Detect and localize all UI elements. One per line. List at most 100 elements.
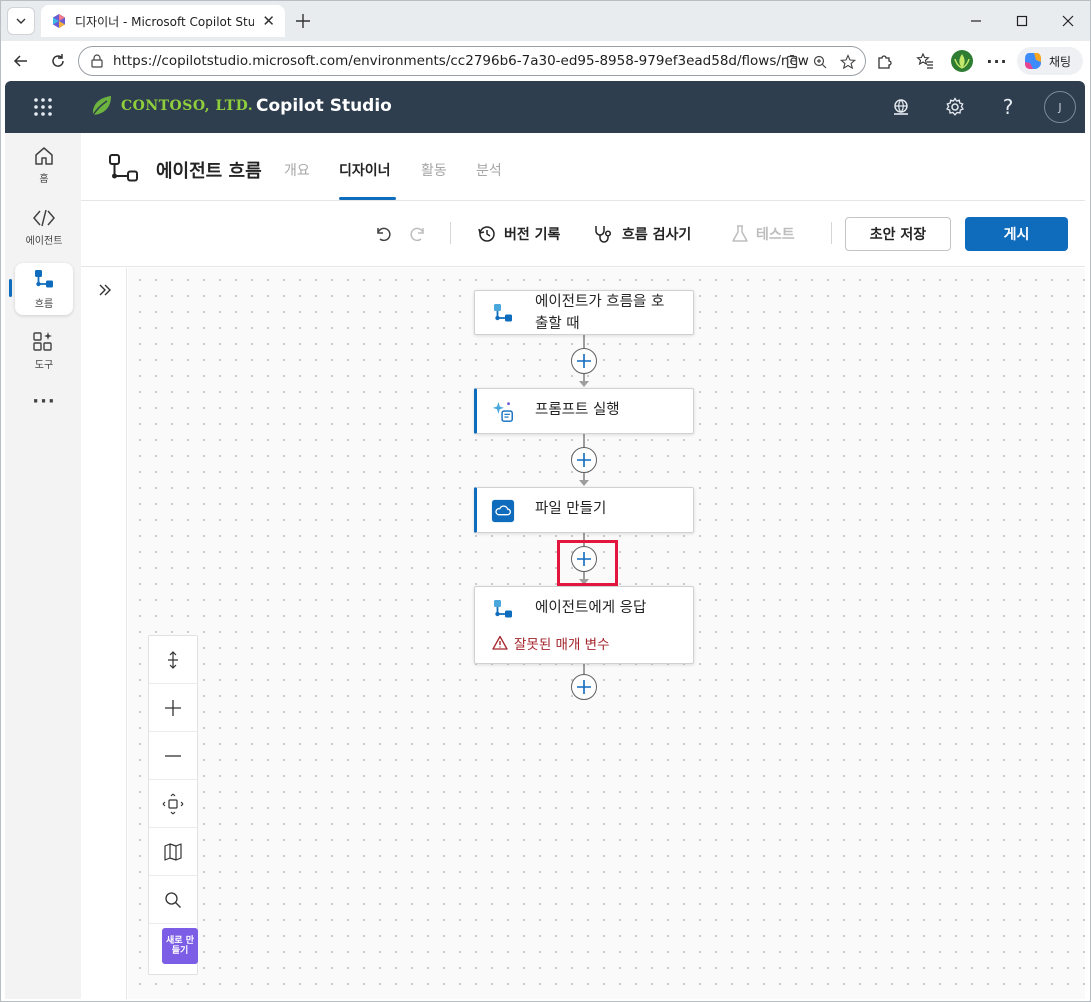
favorites-icon[interactable]	[914, 50, 936, 72]
profile-extension-icon[interactable]	[949, 48, 975, 74]
redo-button[interactable]	[407, 223, 429, 245]
rail-item-agents[interactable]: 에이전트	[15, 201, 73, 253]
canvas-controls: 새로 만들기	[148, 635, 198, 975]
expand-panel-button[interactable]	[95, 280, 115, 300]
flow-node-create-file[interactable]: 파일 만들기	[474, 487, 694, 533]
undo-button[interactable]	[372, 223, 394, 245]
arrow-left-icon	[13, 55, 27, 67]
more-options-icon[interactable]: ···	[986, 50, 1008, 72]
vertical-fit-icon	[168, 650, 178, 669]
user-avatar[interactable]: J	[1044, 91, 1076, 123]
divider	[450, 222, 451, 244]
add-step-button[interactable]	[571, 447, 597, 473]
chevron-down-icon	[16, 18, 26, 24]
rail-item-flows[interactable]: 흐름	[15, 263, 73, 315]
chat-label: 채팅	[1049, 54, 1072, 69]
home-icon	[35, 147, 53, 165]
plus-icon	[296, 14, 310, 28]
new-badge[interactable]: 새로 만들기	[162, 928, 198, 964]
url-text: https://copilotstudio.microsoft.com/envi…	[113, 53, 809, 69]
arrow-head	[579, 480, 589, 486]
agent-code-icon	[33, 209, 55, 227]
window-close-button[interactable]	[1054, 7, 1082, 35]
search-button[interactable]	[149, 876, 197, 924]
plus-icon	[577, 680, 591, 694]
node-label-line1: 에이전트가 흐름을 호	[535, 294, 665, 310]
new-tab-button[interactable]	[291, 9, 315, 33]
publish-button[interactable]: 게시	[965, 217, 1068, 251]
reader-icon[interactable]	[783, 53, 801, 71]
extensions-icon[interactable]	[873, 50, 895, 72]
plus-icon	[577, 354, 591, 368]
environment-icon[interactable]	[889, 95, 913, 119]
save-draft-button[interactable]: 초안 저장	[845, 217, 951, 251]
browser-tabbar: 디자이너 - Microsoft Copilot Studio ✕	[1, 1, 1090, 41]
close-icon	[1062, 15, 1074, 27]
version-history-button[interactable]: 버전 기록	[477, 221, 560, 247]
undo-icon	[377, 227, 391, 242]
favorite-star-icon[interactable]	[839, 53, 857, 71]
onedrive-cloud-icon	[491, 499, 515, 523]
maximize-button[interactable]	[1008, 7, 1036, 35]
close-icon[interactable]: ✕	[262, 12, 275, 30]
flow-checker-label: 흐름 검사기	[622, 227, 692, 243]
test-button[interactable]: 테스트	[731, 221, 795, 247]
add-step-button[interactable]	[571, 674, 597, 700]
active-indicator	[9, 279, 12, 297]
side-panel-collapsed	[81, 268, 127, 999]
flow-header-icon	[109, 154, 138, 182]
flask-icon	[732, 225, 748, 242]
app-name[interactable]: Copilot Studio	[256, 96, 392, 116]
tab-designer[interactable]: 디자이너	[339, 160, 391, 180]
search-icon	[165, 891, 181, 908]
tab-analytics[interactable]: 분석	[476, 160, 502, 180]
fit-view-button[interactable]	[149, 780, 197, 828]
minimap-button[interactable]	[149, 828, 197, 876]
help-icon[interactable]: ?	[996, 95, 1020, 119]
prompt-sparkle-icon	[491, 400, 515, 424]
flow-icon	[35, 270, 53, 288]
node-error-message: 잘못된 매개 변수	[492, 633, 610, 653]
maximize-icon	[1016, 15, 1028, 27]
rail-item-tools[interactable]: 도구	[15, 325, 73, 377]
error-text: 잘못된 매개 변수	[514, 637, 610, 653]
back-button[interactable]	[7, 47, 35, 75]
flow-node-respond-agent[interactable]: 에이전트에게 응답 잘못된 매개 변수	[474, 586, 694, 664]
settings-gear-icon[interactable]	[943, 95, 967, 119]
flow-checker-button[interactable]: 흐름 검사기	[593, 221, 691, 247]
more-icon: ···	[32, 390, 56, 412]
page-title: 에이전트 흐름	[156, 161, 262, 182]
divider	[831, 222, 832, 244]
zoom-icon[interactable]	[811, 53, 829, 71]
minus-icon	[165, 754, 181, 757]
flow-node-run-prompt[interactable]: 프롬프트 실행	[474, 388, 694, 434]
copilot-chat-button[interactable]: 채팅	[1017, 47, 1083, 75]
rail-label-home: 홈	[39, 174, 49, 185]
tab-actions-button[interactable]	[7, 7, 35, 35]
app-launcher-icon[interactable]	[32, 96, 54, 118]
rail-more-button[interactable]: ···	[15, 386, 73, 416]
org-logo[interactable]: CONTOSO, LTD.	[89, 93, 253, 119]
zoom-out-button[interactable]	[149, 732, 197, 780]
tab-active-underline	[339, 197, 396, 200]
tab-overview[interactable]: 개요	[284, 160, 310, 180]
minimize-button[interactable]	[962, 7, 990, 35]
add-step-button[interactable]	[571, 348, 597, 374]
tab-activity[interactable]: 활동	[421, 160, 447, 180]
command-bar: 버전 기록 흐름 검사기 테스트 초안 저장 게시	[81, 201, 1085, 267]
plus-icon	[165, 699, 181, 716]
zoom-in-button[interactable]	[149, 684, 197, 732]
tab-title: 디자이너 - Microsoft Copilot Studio	[75, 14, 255, 29]
agent-flow-icon	[491, 302, 515, 326]
flow-node-trigger[interactable]: 에이전트가 흐름을 호 출할 때	[474, 290, 694, 335]
version-history-label: 버전 기록	[504, 227, 561, 243]
plus-icon	[577, 453, 591, 467]
fit-height-button[interactable]	[149, 636, 197, 684]
browser-tab-active[interactable]: 디자이너 - Microsoft Copilot Studio ✕	[41, 5, 285, 37]
rail-label-tools: 도구	[34, 360, 54, 371]
refresh-button[interactable]	[44, 47, 72, 75]
map-icon	[164, 842, 182, 861]
rail-item-home[interactable]: 홈	[15, 139, 73, 191]
history-icon	[478, 226, 495, 242]
address-bar[interactable]: https://copilotstudio.microsoft.com/envi…	[78, 46, 866, 76]
